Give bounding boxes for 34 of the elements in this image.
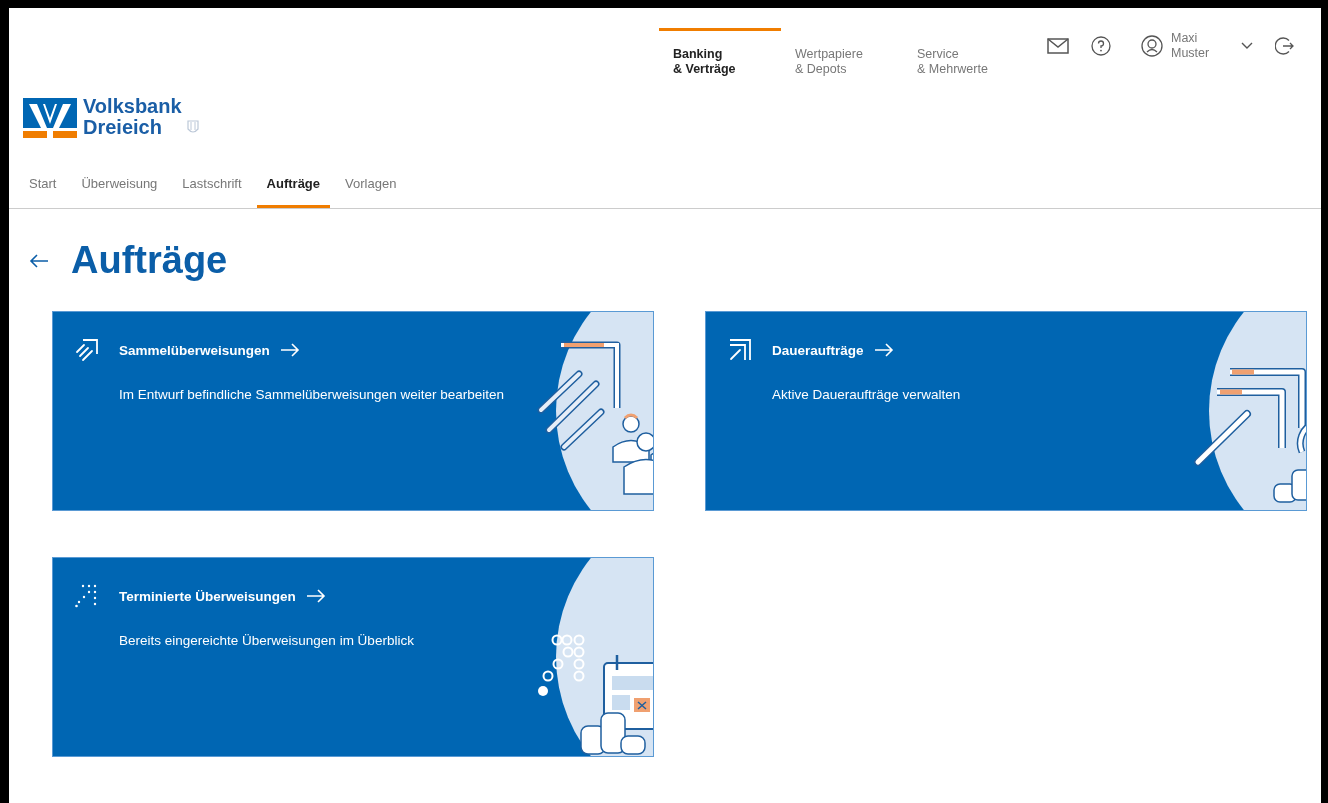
page-title: Aufträge bbox=[71, 239, 228, 282]
nav-tab[interactable]: Service & Mehrwerte bbox=[903, 28, 1025, 84]
arrow-right-icon bbox=[305, 589, 326, 603]
bank-name: Dreieich bbox=[83, 117, 163, 138]
user-name[interactable]: Maxi Muster bbox=[1171, 31, 1227, 61]
bank-name: Volksbank bbox=[83, 96, 182, 117]
card-description: Bereits eingereichte Überweisungen im Überblick bbox=[119, 632, 415, 650]
nav-tab[interactable]: Start bbox=[19, 166, 67, 208]
mail-icon[interactable] bbox=[1047, 38, 1069, 54]
card[interactable]: Terminierte Überweisungen Bereits eingereichte Überweisungen im Überblick bbox=[53, 558, 653, 756]
nav-tab[interactable]: Lastschrift bbox=[172, 166, 252, 208]
card-title: Sammelüberweisungen bbox=[119, 342, 270, 358]
card-description: Aktive Daueraufträge verwalten bbox=[772, 386, 962, 404]
nav-tab[interactable]: Aufträge bbox=[256, 166, 331, 208]
logo-icon bbox=[23, 98, 77, 138]
nav-tab[interactable]: Wertpapiere & Depots bbox=[781, 28, 903, 84]
card-title: Terminierte Überweisungen bbox=[119, 588, 296, 604]
card-title: Daueraufträge bbox=[772, 342, 864, 358]
nav-tab[interactable]: Vorlagen bbox=[335, 166, 407, 208]
card[interactable]: Daueraufträge Aktive Daueraufträge verwalten bbox=[706, 312, 1306, 510]
nav-tab[interactable]: Banking & Verträge bbox=[659, 28, 781, 84]
card-description: Im Entwurf befindliche Sammelüberweisungen weiter bearbeiten bbox=[119, 386, 505, 404]
chevron-down-icon[interactable] bbox=[1241, 42, 1253, 50]
card[interactable]: Sammelüberweisungen Im Entwurf befindliche Sammelüberweisungen weiter bearbeiten bbox=[53, 312, 653, 510]
logout-icon[interactable] bbox=[1275, 36, 1295, 56]
arrow-right-icon bbox=[279, 343, 300, 357]
triple-arrow-icon bbox=[75, 338, 99, 362]
dotted-arrow-icon bbox=[75, 584, 99, 608]
arrow-right-icon bbox=[873, 343, 894, 357]
user-icon[interactable] bbox=[1141, 35, 1163, 57]
emblem-icon bbox=[185, 119, 200, 135]
nav-tab[interactable]: Überweisung bbox=[71, 166, 168, 208]
back-arrow-icon[interactable] bbox=[29, 253, 49, 268]
help-icon[interactable] bbox=[1091, 36, 1111, 56]
